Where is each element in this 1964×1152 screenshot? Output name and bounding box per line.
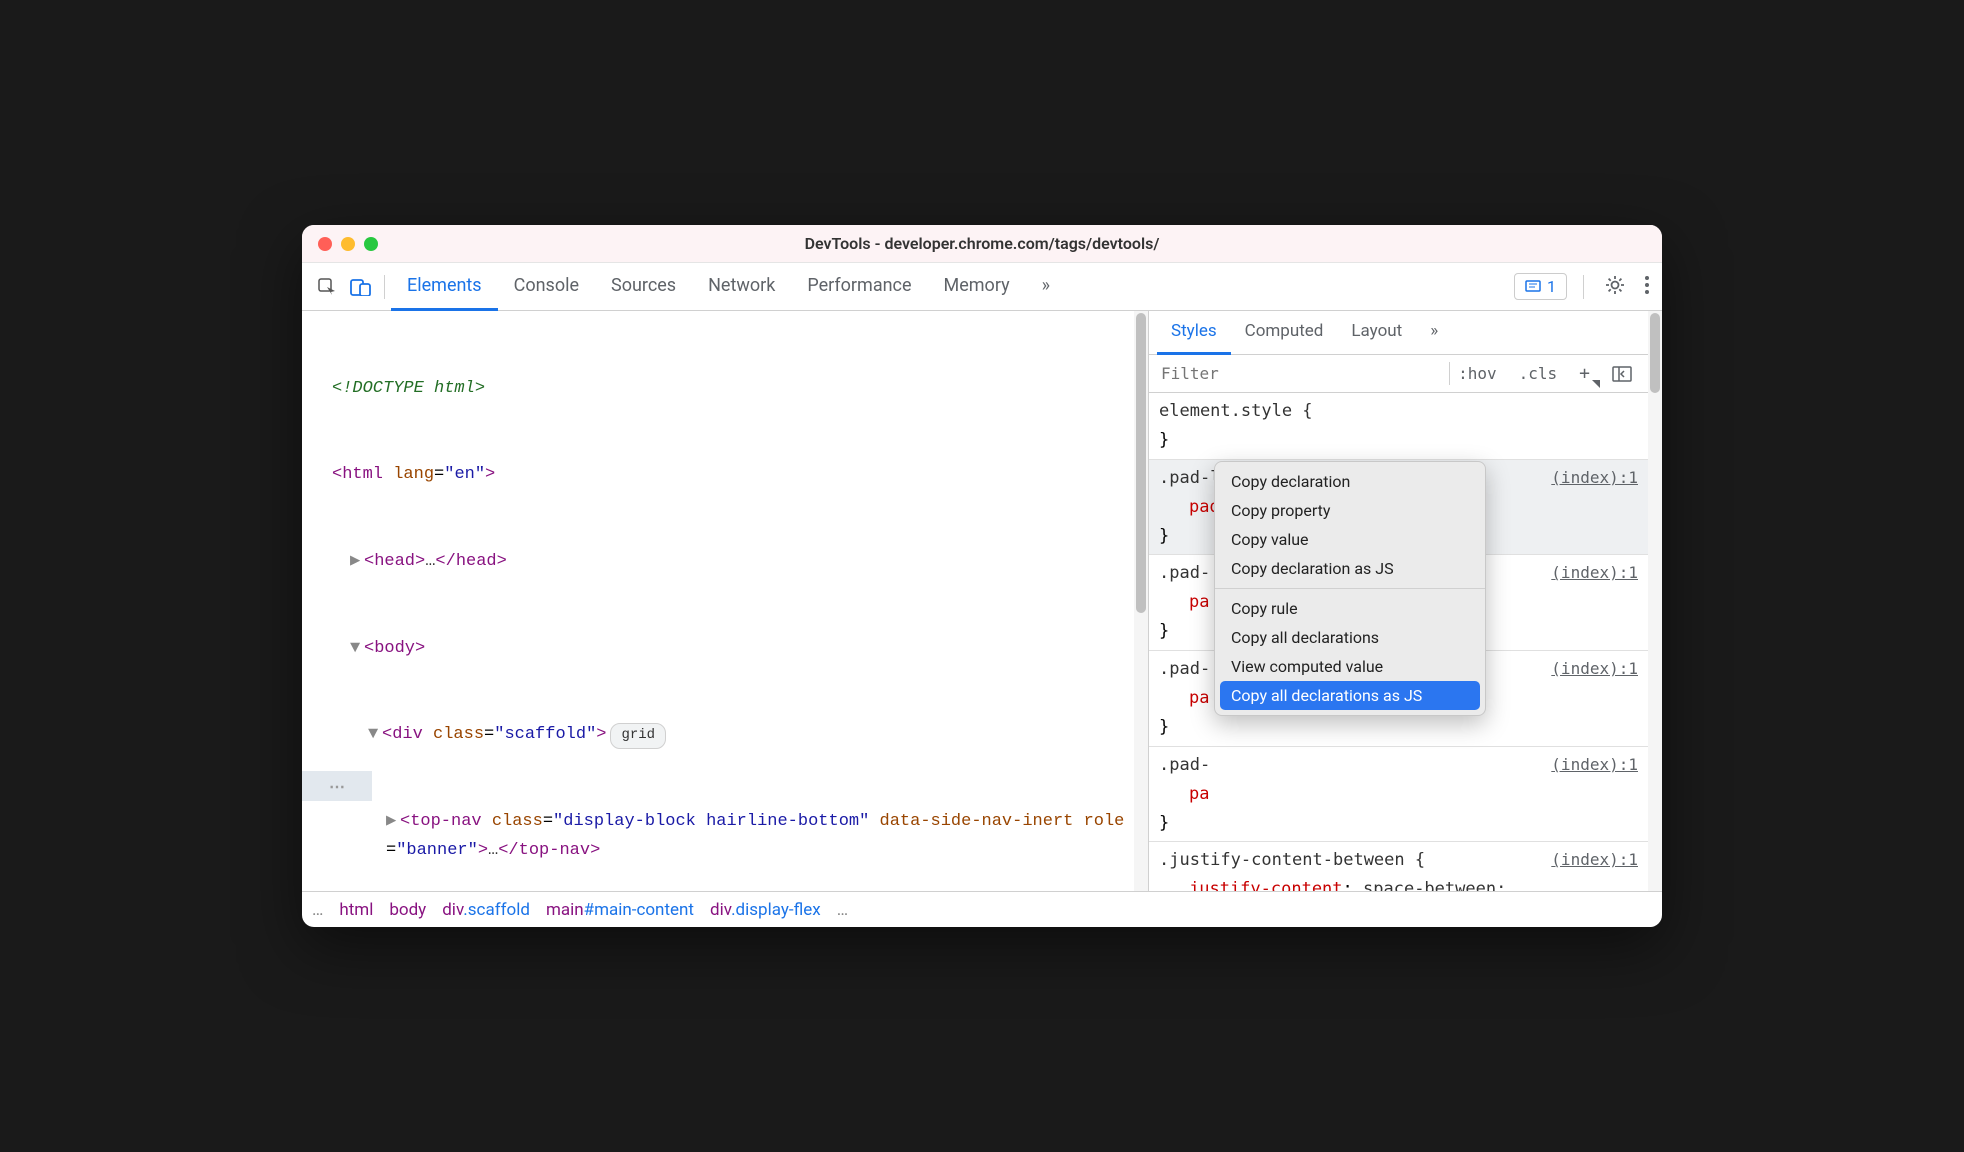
rule-source-link[interactable]: (index):1 (1551, 464, 1638, 491)
crumb-main[interactable]: main#main-content (546, 900, 694, 920)
issues-count: 1 (1547, 277, 1556, 296)
dom-body[interactable]: ▼<body> (302, 635, 1134, 664)
rule-source-link[interactable]: (index):1 (1551, 655, 1638, 682)
settings-gear-icon[interactable] (1600, 270, 1630, 304)
main-tabs: Elements Console Sources Network Perform… (391, 263, 1066, 311)
elements-panel[interactable]: <!DOCTYPE html> <html lang="en"> ▶<head>… (302, 311, 1134, 891)
menu-copy-all-declarations[interactable]: Copy all declarations (1215, 623, 1485, 652)
toolbar-divider (1583, 275, 1584, 299)
tab-layout[interactable]: Layout (1337, 311, 1416, 355)
menu-divider (1215, 588, 1485, 589)
dom-scaffold[interactable]: ▼<div class="scaffold">grid (302, 721, 1134, 750)
elements-scrollbar[interactable] (1134, 311, 1148, 891)
rule-pad-4[interactable]: (index):1 .pad- pa } (1149, 747, 1648, 843)
kebab-menu-icon[interactable] (1640, 271, 1654, 303)
minimize-window-button[interactable] (341, 237, 355, 251)
line-actions-icon[interactable]: ⋯ (302, 771, 372, 801)
tab-performance[interactable]: Performance (791, 263, 927, 311)
tabs-overflow[interactable]: » (1026, 263, 1066, 311)
tab-memory[interactable]: Memory (928, 263, 1026, 311)
tab-sources[interactable]: Sources (595, 263, 692, 311)
crumb-body[interactable]: body (389, 900, 426, 920)
tab-network[interactable]: Network (692, 263, 791, 311)
menu-view-computed-value[interactable]: View computed value (1215, 652, 1485, 681)
toolbar-divider (384, 275, 385, 299)
context-menu: Copy declaration Copy property Copy valu… (1214, 461, 1486, 716)
styles-toolbar: :hov .cls + (1149, 355, 1648, 393)
styles-tabs-overflow[interactable]: » (1416, 311, 1452, 355)
crumb-scaffold[interactable]: div.scaffold (442, 900, 530, 920)
tab-console[interactable]: Console (498, 263, 595, 311)
rule-element-style[interactable]: element.style { } (1149, 393, 1648, 460)
menu-copy-declaration[interactable]: Copy declaration (1215, 467, 1485, 496)
rule-source-link[interactable]: (index):1 (1551, 846, 1638, 873)
close-window-button[interactable] (318, 237, 332, 251)
rule-source-link[interactable]: (index):1 (1551, 559, 1638, 586)
devtools-toolbar: Elements Console Sources Network Perform… (302, 263, 1662, 311)
window-title: DevTools - developer.chrome.com/tags/dev… (302, 234, 1662, 253)
dom-doctype[interactable]: <!DOCTYPE html> (302, 375, 1134, 404)
fullscreen-window-button[interactable] (364, 237, 378, 251)
window-titlebar: DevTools - developer.chrome.com/tags/dev… (302, 225, 1662, 263)
menu-copy-rule[interactable]: Copy rule (1215, 594, 1485, 623)
toggle-sidebar-icon[interactable] (1604, 364, 1640, 384)
traffic-lights (318, 237, 378, 251)
styles-panel: Styles Computed Layout » :hov .cls + ele… (1148, 311, 1648, 891)
rule-justify-content[interactable]: (index):1 .justify-content-between { jus… (1149, 842, 1648, 891)
dom-tree[interactable]: <!DOCTYPE html> <html lang="en"> ▶<head>… (302, 311, 1134, 891)
crumb-selected-div[interactable]: div.display-flex (710, 900, 821, 920)
tab-styles[interactable]: Styles (1157, 311, 1231, 355)
dom-head[interactable]: ▶<head>…</head> (302, 548, 1134, 577)
styles-scrollbar[interactable] (1648, 311, 1662, 891)
issues-badge[interactable]: 1 (1514, 273, 1567, 300)
styles-filter-input[interactable] (1157, 360, 1443, 387)
menu-copy-property[interactable]: Copy property (1215, 496, 1485, 525)
tab-elements[interactable]: Elements (391, 263, 498, 311)
crumb-html[interactable]: html (339, 900, 373, 920)
new-style-rule-button[interactable]: + (1571, 361, 1598, 386)
rule-source-link[interactable]: (index):1 (1551, 751, 1638, 778)
breadcrumb-overflow-left[interactable]: … (312, 900, 323, 920)
menu-copy-value[interactable]: Copy value (1215, 525, 1485, 554)
hov-toggle[interactable]: :hov (1449, 362, 1505, 385)
cls-toggle[interactable]: .cls (1511, 362, 1566, 385)
styles-tabs: Styles Computed Layout » (1149, 311, 1648, 355)
breadcrumb: … html body div.scaffold main#main-conte… (302, 891, 1662, 927)
dom-html-open[interactable]: <html lang="en"> (302, 461, 1134, 490)
breadcrumb-overflow-right[interactable]: … (837, 900, 848, 920)
device-toolbar-icon[interactable] (344, 270, 378, 304)
tab-computed[interactable]: Computed (1231, 311, 1338, 355)
menu-copy-all-declarations-as-js[interactable]: Copy all declarations as JS (1220, 681, 1480, 710)
menu-copy-declaration-as-js[interactable]: Copy declaration as JS (1215, 554, 1485, 583)
dom-topnav[interactable]: ▶<top-nav class="display-block hairline-… (302, 808, 1134, 866)
grid-badge[interactable]: grid (610, 723, 666, 749)
inspect-element-icon[interactable] (310, 270, 344, 304)
